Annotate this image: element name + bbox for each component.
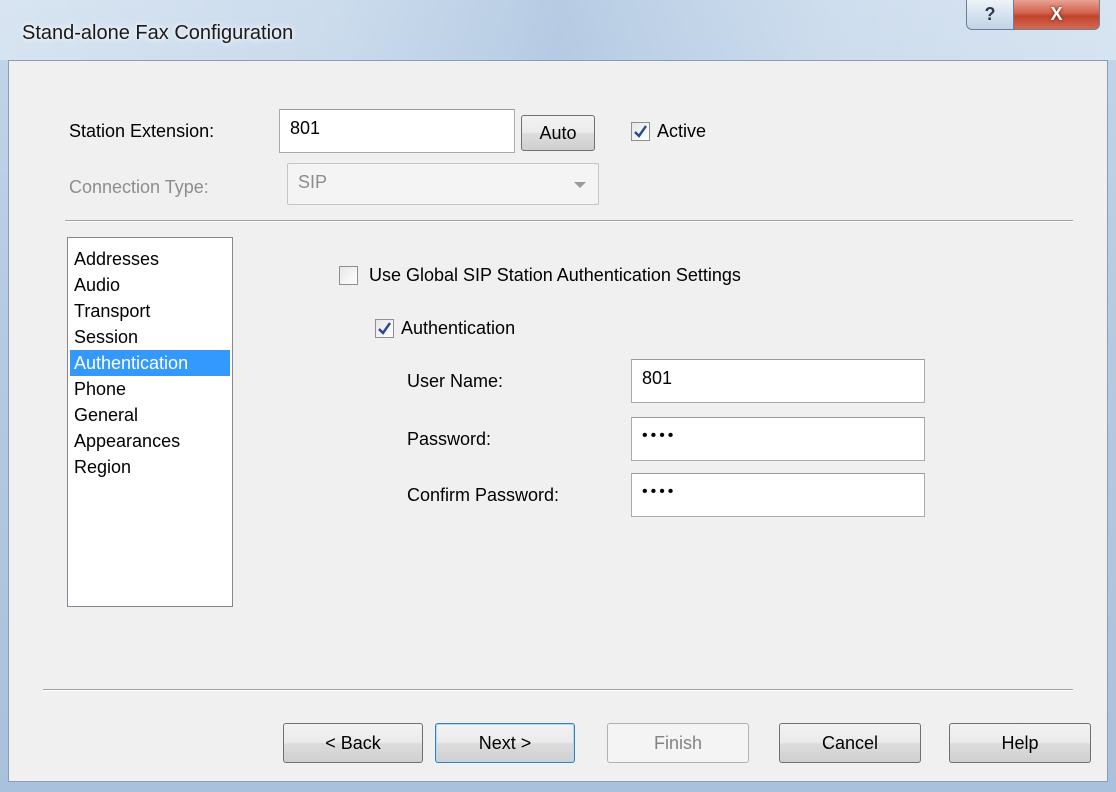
active-checkbox[interactable] bbox=[631, 122, 650, 141]
caption-buttons: ? X bbox=[966, 0, 1100, 30]
sidebar-item-appearances[interactable]: Appearances bbox=[70, 428, 230, 454]
authentication-label: Authentication bbox=[401, 318, 516, 338]
help-button[interactable]: Help bbox=[949, 723, 1091, 763]
sidebar-item-authentication[interactable]: Authentication bbox=[70, 350, 230, 376]
close-caption-button[interactable]: X bbox=[1014, 0, 1100, 30]
chevron-down-icon bbox=[574, 182, 586, 188]
next-button[interactable]: Next > bbox=[435, 723, 575, 763]
category-list[interactable]: Addresses Audio Transport Session Authen… bbox=[67, 237, 233, 607]
help-caption-button[interactable]: ? bbox=[966, 0, 1014, 30]
cancel-button[interactable]: Cancel bbox=[779, 723, 921, 763]
active-label: Active bbox=[657, 121, 707, 141]
use-global-checkbox[interactable] bbox=[339, 266, 358, 285]
sidebar-item-phone[interactable]: Phone bbox=[70, 376, 230, 402]
finish-button[interactable]: Finish bbox=[607, 723, 749, 763]
question-mark-icon: ? bbox=[984, 4, 996, 24]
station-extension-input[interactable]: 801 bbox=[279, 109, 515, 153]
sidebar-item-audio[interactable]: Audio bbox=[70, 272, 230, 298]
sidebar-item-addresses[interactable]: Addresses bbox=[70, 246, 230, 272]
connection-type-label: Connection Type: bbox=[69, 177, 209, 197]
username-input[interactable]: 801 bbox=[631, 359, 925, 403]
connection-type-select[interactable]: SIP bbox=[287, 163, 599, 205]
connection-type-value: SIP bbox=[298, 172, 328, 192]
sidebar-item-transport[interactable]: Transport bbox=[70, 298, 230, 324]
station-extension-label: Station Extension: bbox=[69, 121, 215, 141]
checkmark-icon bbox=[378, 322, 391, 335]
dialog-client-area: Station Extension: 801 Auto Active Conne… bbox=[8, 60, 1108, 782]
authentication-checkbox[interactable] bbox=[375, 319, 394, 338]
use-global-label: Use Global SIP Station Authentication Se… bbox=[369, 265, 741, 285]
username-label: User Name: bbox=[407, 371, 504, 391]
sidebar-item-region[interactable]: Region bbox=[70, 454, 230, 480]
sidebar-item-session[interactable]: Session bbox=[70, 324, 230, 350]
top-divider bbox=[65, 220, 1073, 222]
sidebar-item-general[interactable]: General bbox=[70, 402, 230, 428]
back-button[interactable]: < Back bbox=[283, 723, 423, 763]
checkmark-icon bbox=[634, 125, 647, 138]
password-input[interactable]: •••• bbox=[631, 417, 925, 461]
close-icon: X bbox=[1050, 4, 1063, 24]
window-frame: Stand-alone Fax Configuration ? X Statio… bbox=[0, 0, 1116, 792]
window-title: Stand-alone Fax Configuration bbox=[22, 22, 294, 44]
confirm-password-label: Confirm Password: bbox=[407, 485, 560, 505]
auto-button[interactable]: Auto bbox=[521, 115, 595, 151]
password-label: Password: bbox=[407, 429, 492, 449]
bottom-divider bbox=[43, 689, 1073, 691]
confirm-password-input[interactable]: •••• bbox=[631, 473, 925, 517]
